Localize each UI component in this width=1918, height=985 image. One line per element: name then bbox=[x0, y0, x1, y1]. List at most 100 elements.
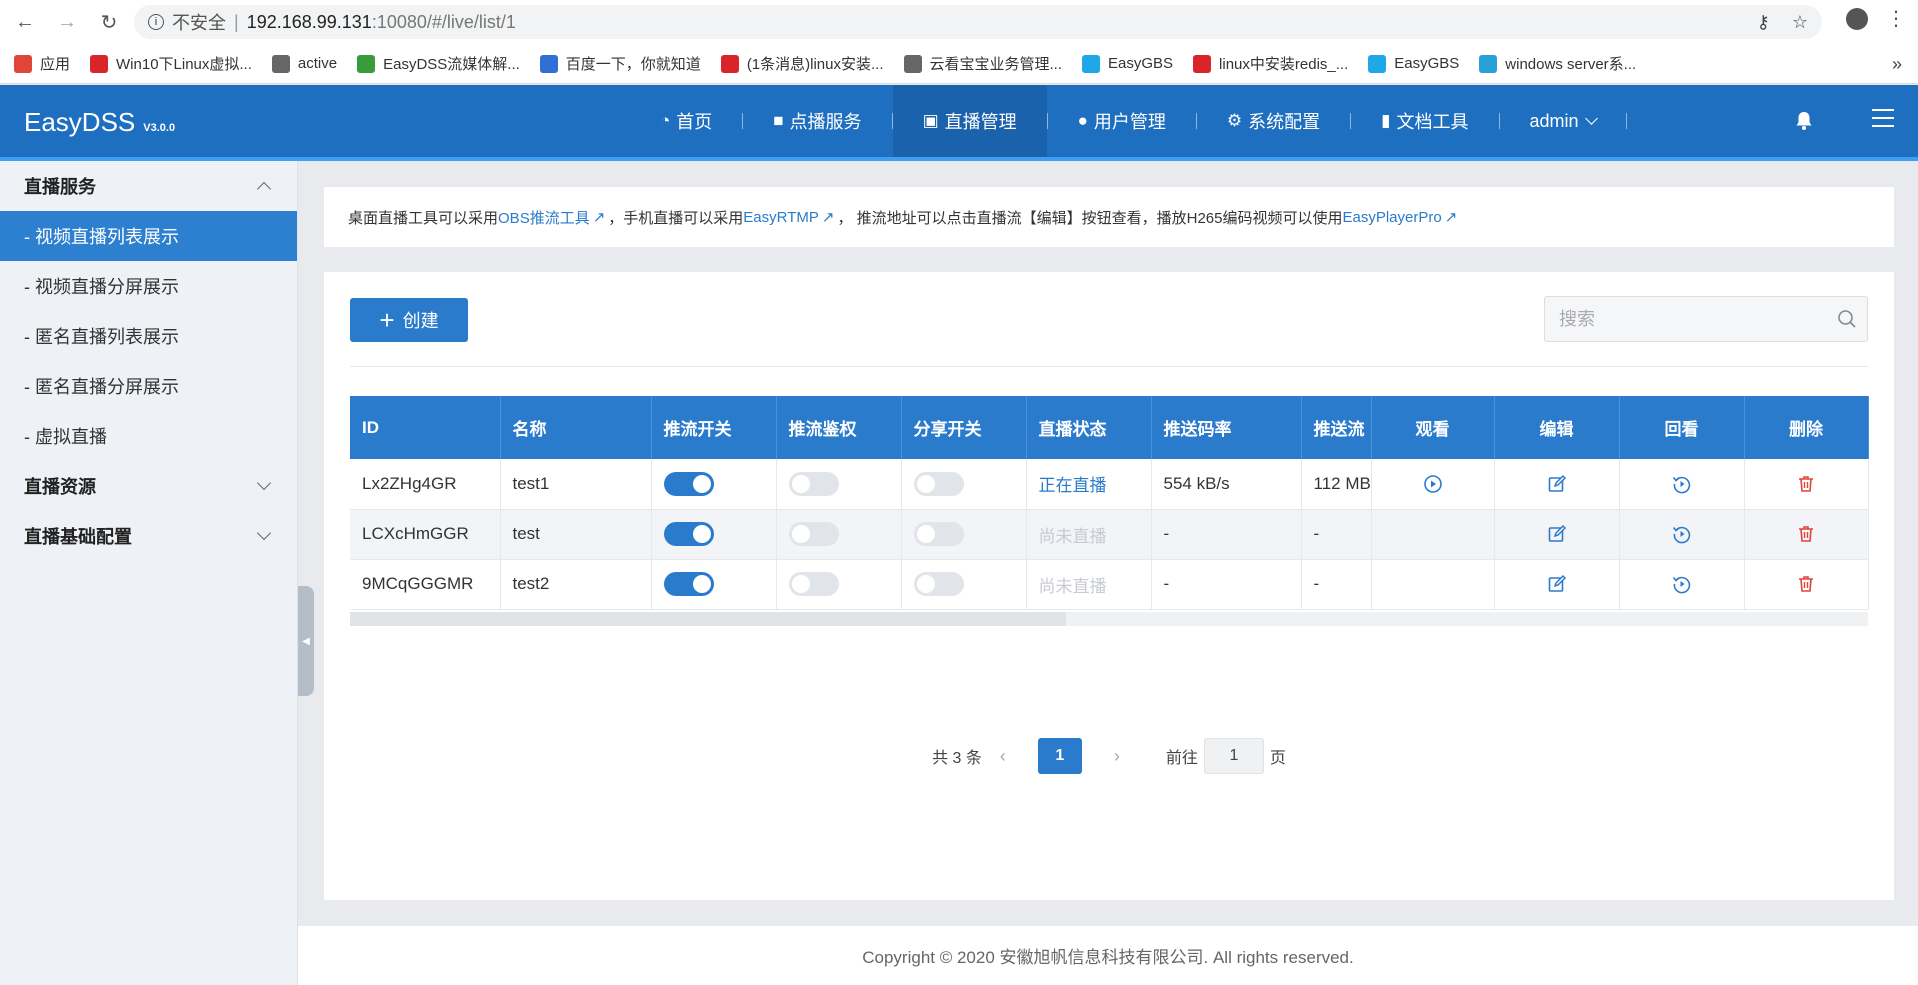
brand-version: V3.0.0 bbox=[143, 122, 176, 134]
push-toggle[interactable] bbox=[663, 522, 714, 546]
bookmark-item[interactable]: EasyGBS bbox=[1368, 54, 1459, 73]
reload-icon[interactable]: ↻ bbox=[92, 5, 126, 39]
star-icon[interactable]: ☆ bbox=[1792, 12, 1808, 33]
sidebar-item[interactable]: - 视频直播分屏展示 bbox=[0, 261, 297, 311]
globe-icon bbox=[903, 54, 922, 73]
replay-icon[interactable] bbox=[1672, 574, 1692, 594]
replay-cell bbox=[1619, 559, 1745, 610]
bookmark-item[interactable]: EasyGBS bbox=[1082, 54, 1173, 73]
search-icon[interactable] bbox=[1837, 309, 1857, 334]
create-button[interactable]: + 创建 bbox=[350, 298, 468, 342]
push-toggle[interactable] bbox=[663, 572, 714, 596]
sidebar-item[interactable]: - 匿名直播列表展示 bbox=[0, 311, 297, 361]
scrollbar-thumb[interactable] bbox=[350, 612, 1066, 626]
baidu-paw-icon bbox=[539, 54, 558, 73]
prev-page-icon[interactable]: ‹ bbox=[1000, 746, 1006, 767]
auth-toggle[interactable] bbox=[788, 522, 839, 546]
goto-page: 前往 页 bbox=[1166, 738, 1286, 774]
trash-icon[interactable] bbox=[1796, 574, 1816, 594]
table-row: Lx2ZHg4GR test1 正在直播 554 kB/s 112 MB bbox=[350, 459, 1869, 510]
menu-dots-icon[interactable]: ⋮ bbox=[1886, 6, 1906, 31]
bookmark-item[interactable]: EasyDSS流媒体解... bbox=[357, 53, 520, 74]
share-toggle[interactable] bbox=[913, 572, 964, 596]
bookmark-label: (1条消息)linux安装... bbox=[746, 56, 884, 73]
bookmark-item[interactable]: (1条消息)linux安装... bbox=[720, 53, 884, 74]
user-menu[interactable]: admin bbox=[1500, 85, 1626, 157]
sidebar-item[interactable]: - 匿名直播分屏展示 bbox=[0, 361, 297, 411]
sidebar-group[interactable]: 直播资源 bbox=[0, 461, 297, 511]
play-icon[interactable] bbox=[1423, 474, 1443, 494]
live-status[interactable]: 正在直播 bbox=[1026, 459, 1152, 510]
auth-toggle[interactable] bbox=[788, 572, 839, 596]
edit-icon[interactable] bbox=[1547, 574, 1567, 594]
url-host: 192.168.99.131 bbox=[246, 11, 372, 32]
watch-cell bbox=[1371, 459, 1495, 510]
share-toggle-cell bbox=[901, 509, 1027, 560]
back-icon[interactable]: ← bbox=[8, 5, 42, 39]
chevron-down-icon bbox=[256, 475, 272, 491]
edit-icon[interactable] bbox=[1547, 474, 1567, 494]
easyrtmp-link[interactable]: EasyRTMP bbox=[743, 209, 819, 226]
push-toggle[interactable] bbox=[663, 471, 714, 496]
bookmark-item[interactable]: windows server系... bbox=[1479, 53, 1636, 74]
address-bar[interactable]: i 不安全 | 192.168.99.131:10080/#/live/list… bbox=[134, 5, 1822, 39]
account-icon[interactable] bbox=[1846, 7, 1868, 30]
nav-item[interactable]: ▮ 文档工具 bbox=[1351, 85, 1498, 157]
next-page-icon[interactable]: › bbox=[1114, 746, 1120, 767]
bookmarks-more-icon[interactable]: » bbox=[1892, 54, 1902, 75]
sidebar: 直播服务 - 视频直播列表展示 - 视频直播分屏展示 - 匿名直播列表展示 - 匿名直播… bbox=[0, 161, 298, 985]
bell-icon[interactable] bbox=[1795, 111, 1813, 137]
replay-icon[interactable] bbox=[1672, 524, 1692, 544]
sidebar-group[interactable]: 直播基础配置 bbox=[0, 511, 297, 561]
column-header: 删除 bbox=[1744, 396, 1869, 459]
bookmark-item[interactable]: Win10下Linux虚拟... bbox=[90, 53, 252, 74]
sidebar-item[interactable]: - 视频直播列表展示 bbox=[0, 211, 297, 261]
info-icon[interactable]: i bbox=[148, 14, 164, 30]
share-toggle[interactable] bbox=[913, 522, 964, 546]
easygbs-icon bbox=[1082, 54, 1101, 73]
table-row: LCXcHmGGR test 尚未直播 - - bbox=[350, 509, 1869, 560]
edit-cell bbox=[1494, 459, 1620, 510]
search-input[interactable] bbox=[1545, 297, 1805, 341]
nav-item[interactable]: ▣ 直播管理 bbox=[892, 85, 1047, 157]
nav-item[interactable]: ◔ 首页 bbox=[630, 85, 742, 157]
table-row: 9MCqGGGMR test2 尚未直播 - - bbox=[350, 559, 1869, 610]
bookmark-item[interactable]: 云看宝宝业务管理... bbox=[903, 53, 1062, 74]
sidebar-group-label: 直播基础配置 bbox=[24, 527, 132, 547]
column-header: 直播状态 bbox=[1026, 396, 1152, 459]
nav-item[interactable]: ■ 点播服务 bbox=[743, 85, 891, 157]
nav-item[interactable]: ● 用户管理 bbox=[1048, 85, 1196, 157]
replay-icon[interactable] bbox=[1672, 474, 1692, 494]
trash-icon[interactable] bbox=[1796, 524, 1816, 544]
external-link-icon: ↗ bbox=[592, 209, 606, 226]
share-toggle-cell bbox=[901, 459, 1027, 510]
forward-icon[interactable]: → bbox=[50, 5, 84, 39]
horizontal-scrollbar[interactable] bbox=[350, 612, 1868, 626]
bookmark-item[interactable]: active bbox=[271, 54, 337, 73]
sidebar-item[interactable]: - 虚拟直播 bbox=[0, 411, 297, 461]
nav-item[interactable]: ⚙ 系统配置 bbox=[1197, 85, 1350, 157]
auth-toggle[interactable] bbox=[788, 471, 839, 496]
live-stream-table: ID 名称 推流开关 推流鉴权 分享开关 直播状态 推送码率 推送流 观看 编辑 回看 删除 Lx2Z… bbox=[350, 396, 1869, 610]
bookmark-item[interactable]: linux中安装redis_... bbox=[1193, 53, 1348, 74]
share-toggle[interactable] bbox=[913, 471, 964, 496]
bookmark-item[interactable]: 应用 bbox=[14, 53, 70, 74]
csdn-icon bbox=[90, 54, 109, 73]
key-icon[interactable]: ⚷ bbox=[1757, 12, 1770, 33]
sidebar-group[interactable]: 直播服务 bbox=[0, 161, 297, 211]
bookmark-item[interactable]: 百度一下，你就知道 bbox=[539, 53, 701, 74]
trash-icon[interactable] bbox=[1796, 474, 1816, 494]
brand-name: EasyDSS bbox=[24, 107, 136, 137]
page-number-current[interactable]: 1 bbox=[1037, 738, 1082, 774]
column-header: 回看 bbox=[1619, 396, 1745, 459]
sidebar-collapse-handle[interactable]: ◀ bbox=[298, 586, 314, 696]
hamburger-menu-icon[interactable] bbox=[1872, 109, 1894, 133]
obs-link[interactable]: OBS推流工具 bbox=[498, 207, 590, 228]
plus-icon: + bbox=[379, 305, 395, 335]
goto-page-input[interactable] bbox=[1203, 738, 1264, 774]
site-icon bbox=[1479, 54, 1498, 73]
easyplayerpro-link[interactable]: EasyPlayerPro bbox=[1342, 209, 1441, 226]
edit-icon[interactable] bbox=[1547, 524, 1567, 544]
column-header: 观看 bbox=[1371, 396, 1495, 459]
brand-logo[interactable]: EasyDSS V3.0.0 bbox=[24, 107, 175, 138]
